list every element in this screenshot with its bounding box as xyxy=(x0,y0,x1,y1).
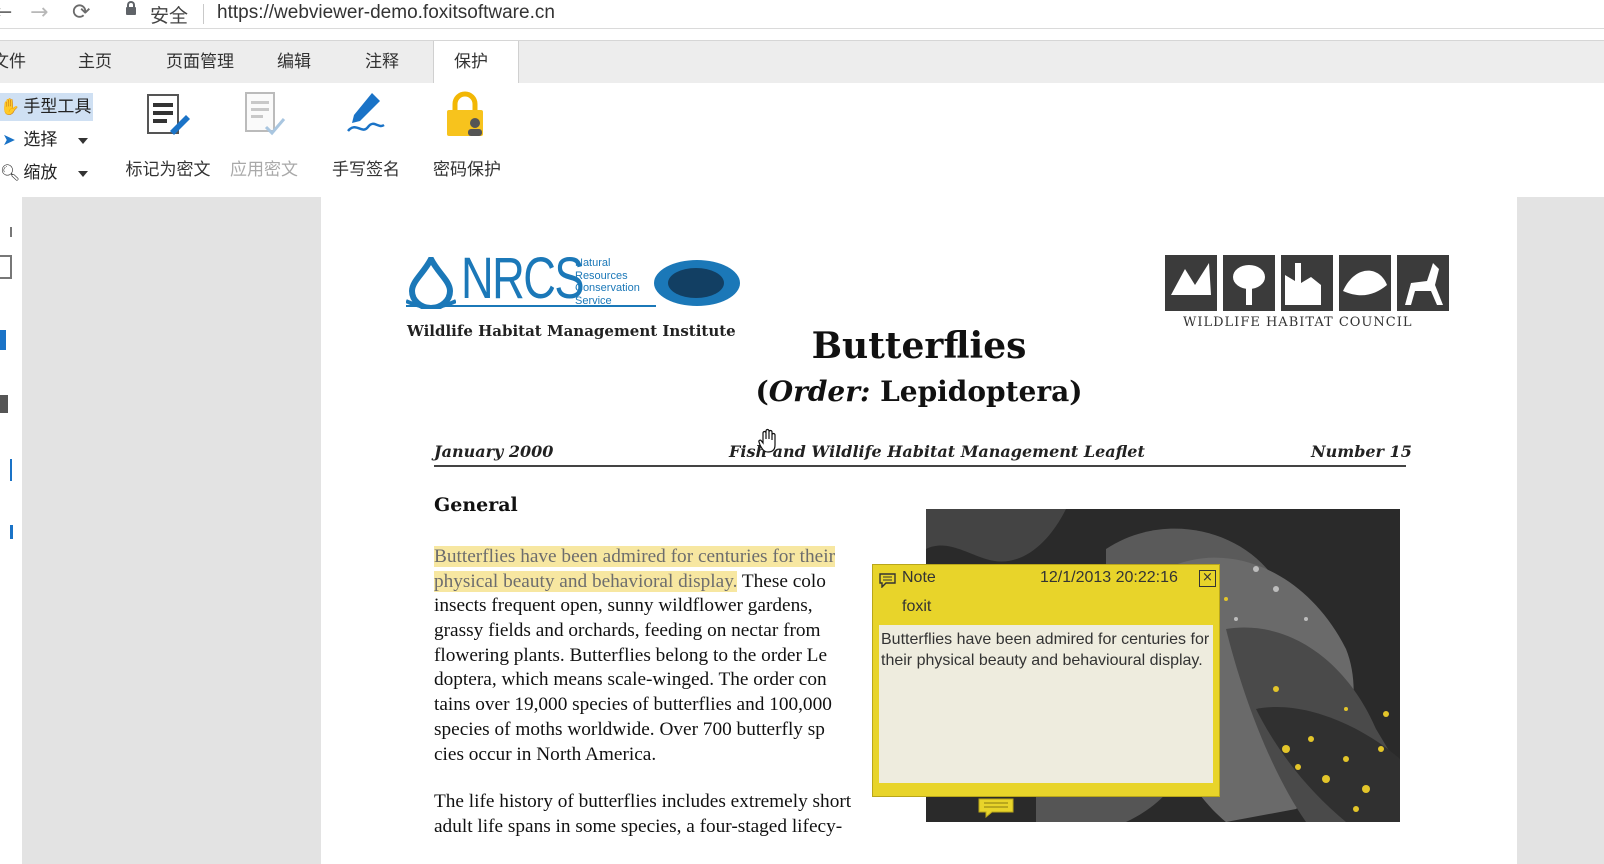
handwriting-sign-label: 手写签名 xyxy=(332,160,400,180)
mark-redaction-label: 标记为密文 xyxy=(125,160,211,180)
comment-panel-icon[interactable] xyxy=(0,395,8,413)
zoom-tool-button[interactable]: 🔍︎ 缩放 xyxy=(0,159,95,187)
text-line: flowering plants. Butterflies belong to … xyxy=(434,644,828,666)
text-line: cies occur in North America. xyxy=(434,743,657,765)
text-line: These colo xyxy=(737,570,826,592)
paragraph-general[interactable]: Butterflies have been admired for centur… xyxy=(434,545,904,767)
ribbon-tab-row: 文件 主页 页面管理 编辑 注释 保护 xyxy=(0,40,1604,84)
tab-page-management[interactable]: 页面管理 xyxy=(166,41,234,84)
search-icon[interactable] xyxy=(0,525,13,539)
note-annotation-icon[interactable] xyxy=(978,798,1014,818)
layers-icon[interactable] xyxy=(0,330,6,350)
highlighted-text[interactable]: Butterflies have been admired for centur… xyxy=(434,546,835,567)
zoom-tool-label: 缩放 xyxy=(23,163,58,183)
magnifier-icon: 🔍︎ xyxy=(0,163,21,182)
security-label: 安全 xyxy=(150,5,189,27)
header-rule xyxy=(434,465,1406,467)
highlighted-text[interactable]: physical beauty and behavioral display. xyxy=(434,570,738,592)
comment-icon xyxy=(879,573,896,588)
tab-home[interactable]: 主页 xyxy=(78,41,112,84)
ribbon-panel: ✋ 手型工具 ➤ 选择 🔍︎ 缩放 标记为密文 应用密文 手写签名 密码保护 xyxy=(0,83,1604,197)
nrcs-logo-text: NRCS xyxy=(461,246,585,311)
text-line: adult life spans in some species, a four… xyxy=(434,815,843,837)
hand-tool-label: 手型工具 xyxy=(23,97,92,117)
text-line: doptera, which means scale-winged. The o… xyxy=(434,669,827,691)
subtitle-order-name: Lepidoptera xyxy=(880,375,1070,408)
apply-redaction-label: 应用密文 xyxy=(230,160,298,180)
document-subtitle: (Order: Lepidoptera) xyxy=(755,375,1083,408)
password-protect-button[interactable]: 密码保护 xyxy=(419,91,515,180)
back-icon[interactable]: ← xyxy=(0,1,12,25)
hand-tool-button[interactable]: ✋ 手型工具 xyxy=(0,93,93,121)
leaflet-series: Fish and Wildlife Habitat Management Lea… xyxy=(729,442,1145,461)
subtitle-order-label: Order: xyxy=(768,375,871,408)
chevron-down-icon[interactable] xyxy=(78,171,88,177)
address-bar: ← → ⟳ 安全 https://webviewer-demo.foxitsof… xyxy=(0,0,1604,29)
note-type-label: Note xyxy=(902,569,936,586)
hand-icon: ✋ xyxy=(0,97,20,116)
password-protect-label: 密码保护 xyxy=(433,160,501,180)
hand-cursor-icon xyxy=(758,428,776,453)
select-tool-button[interactable]: ➤ 选择 xyxy=(0,126,95,154)
apply-redaction-button[interactable]: 应用密文 xyxy=(216,91,312,180)
nrcs-water-drop-logo xyxy=(406,257,456,309)
leaflet-number: Number 15 xyxy=(1311,442,1412,461)
pen-signature-icon xyxy=(347,93,385,132)
nrcs-subtitle: Natural Resources Conservation Service xyxy=(575,257,640,307)
redact-mark-icon xyxy=(147,94,190,135)
tab-edit[interactable]: 编辑 xyxy=(277,41,311,84)
text-line: insects frequent open, sunny wildflower … xyxy=(434,595,813,617)
tab-comment[interactable]: 注释 xyxy=(365,41,399,84)
tab-file[interactable]: 文件 xyxy=(0,41,26,84)
select-tool-label: 选择 xyxy=(23,130,58,150)
close-icon[interactable]: × xyxy=(1199,570,1216,587)
document-title: Butterflies xyxy=(811,325,1027,367)
side-panel-strip xyxy=(0,197,23,864)
handwriting-sign-button[interactable]: 手写签名 xyxy=(318,91,414,180)
page-thumbnail-icon[interactable] xyxy=(0,255,12,279)
lock-icon xyxy=(126,1,136,15)
signature-panel-icon[interactable] xyxy=(0,459,12,481)
url-field[interactable]: https://webviewer-demo.foxitsoftware.cn xyxy=(217,2,555,24)
pdf-page[interactable]: NRCS Natural Resources Conservation Serv… xyxy=(321,197,1517,864)
text-line: tains over 19,000 species of butterflies… xyxy=(434,694,832,716)
logo-underline xyxy=(406,305,656,307)
text-line: The life history of butterflies includes… xyxy=(434,791,852,812)
note-popup[interactable]: Note 12/1/2013 20:22:16 × foxit Butterfl… xyxy=(872,564,1220,797)
cursor-icon: ➤ xyxy=(2,130,16,149)
redact-apply-icon xyxy=(245,92,286,136)
leaflet-date: January 2000 xyxy=(434,442,554,461)
text-line: species of moths worldwide. Over 700 but… xyxy=(434,718,825,740)
reload-icon[interactable]: ⟳ xyxy=(72,1,90,25)
paragraph-life-history: The life history of butterflies includes… xyxy=(434,790,904,839)
padlock-icon xyxy=(447,91,483,136)
chevron-down-icon[interactable] xyxy=(78,138,88,144)
forward-icon[interactable]: → xyxy=(30,1,48,25)
note-author: foxit xyxy=(902,598,932,615)
wildlife-habitat-council-logo xyxy=(1165,255,1465,311)
section-heading: General xyxy=(434,494,518,516)
text-line: grassy fields and orchards, feeding on n… xyxy=(434,620,821,642)
address-divider xyxy=(203,4,204,24)
bookmark-icon[interactable] xyxy=(0,227,12,237)
tab-protect[interactable]: 保护 xyxy=(433,41,519,84)
note-content-textarea[interactable]: Butterflies have been admired for centur… xyxy=(879,625,1213,783)
note-timestamp: 12/1/2013 20:22:16 xyxy=(1040,569,1178,586)
globe-seal-logo xyxy=(654,260,740,306)
mark-redaction-button[interactable]: 标记为密文 xyxy=(120,91,216,180)
